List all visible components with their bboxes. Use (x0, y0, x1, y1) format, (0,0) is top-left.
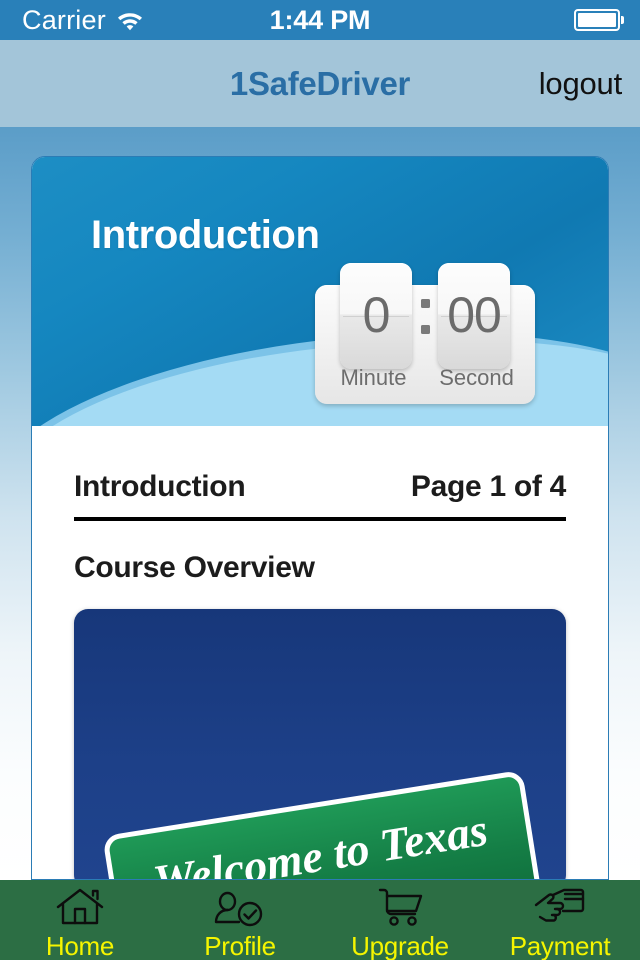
timer-second-label: Second (439, 365, 514, 390)
timer-seconds-value: 00 (447, 287, 502, 343)
tab-profile-label: Profile (204, 931, 276, 960)
lesson-hero: Introduction 0 00 Minute Second (32, 157, 608, 426)
status-bar-clock: 1:44 PM (269, 4, 371, 35)
timer-labels: Minute Second (315, 365, 535, 391)
shopping-cart-icon (373, 887, 427, 927)
lesson-timer: 0 00 Minute Second (315, 263, 535, 404)
tab-upgrade-label: Upgrade (351, 931, 449, 960)
navigation-bar: 1SafeDriver logout (0, 40, 640, 127)
hand-credit-card-icon (533, 887, 587, 927)
lesson-section-name: Introduction (74, 470, 246, 503)
user-check-icon (213, 887, 267, 927)
tab-home-label: Home (45, 931, 115, 960)
timer-minutes-value: 0 (362, 287, 391, 343)
timer-tiles: 0 00 (315, 263, 535, 369)
page-indicator: Page 1 of 4 (410, 470, 566, 503)
logout-button[interactable]: logout (539, 66, 622, 102)
timer-minute-label: Minute (340, 365, 407, 390)
lesson-meta-row: Introduction Page 1 of 4 (74, 426, 566, 521)
lesson-hero-title: Introduction (91, 213, 320, 257)
lesson-content: Introduction Page 1 of 4 Course Overview (32, 426, 608, 879)
timer-minutes-tile: 0 (340, 263, 412, 369)
app-screen: Carrier 1:44 PM 1SafeDriver logout Intro… (0, 0, 640, 960)
tab-profile[interactable]: Profile (160, 880, 320, 960)
course-overview-image: Welcome to Texas (74, 609, 566, 879)
lesson-card: Introduction 0 00 Minute Second Introduc… (31, 156, 609, 880)
tab-payment-label: Payment (509, 931, 611, 960)
tab-upgrade[interactable]: Upgrade (320, 880, 480, 960)
tab-payment[interactable]: Payment (480, 880, 640, 960)
battery-full-icon (573, 9, 624, 31)
timer-seconds-tile: 00 (438, 263, 510, 369)
lesson-heading: Course Overview (74, 551, 315, 584)
tab-home[interactable]: Home (0, 880, 160, 960)
timer-separator (412, 263, 438, 369)
tab-bar: Home Profile Upgrade Payment (0, 880, 640, 960)
home-icon (53, 887, 107, 927)
status-bar: Carrier 1:44 PM (0, 0, 640, 40)
